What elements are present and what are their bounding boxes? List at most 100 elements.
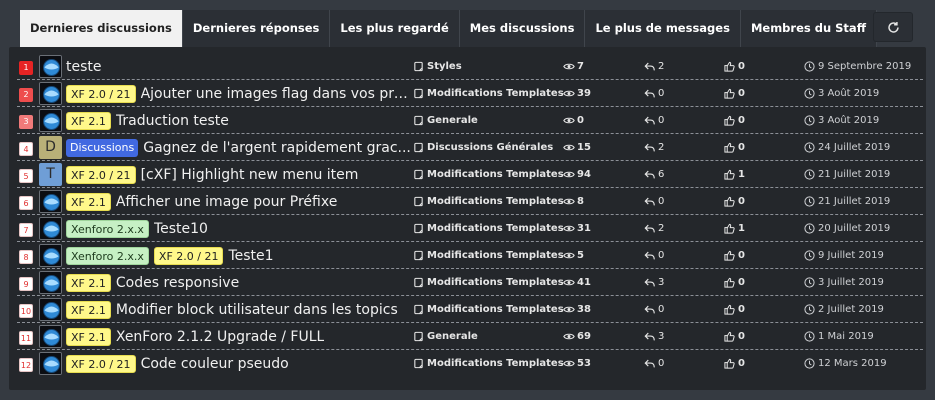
avatar[interactable]: [39, 244, 62, 267]
thread-prefix[interactable]: XF 2.1: [66, 300, 111, 319]
avatar[interactable]: [39, 325, 62, 348]
thread-title-link[interactable]: Traduction teste: [116, 113, 229, 129]
thread-prefix[interactable]: XF 2.1: [66, 273, 111, 292]
reply-icon: [644, 88, 655, 99]
reply-count-value: 3: [658, 277, 665, 288]
user-avatar-icon: [40, 245, 61, 266]
list-item[interactable]: 4 D Discussions Gagnez de l'argent rapideme…: [17, 134, 923, 161]
thumbs-up-icon: [724, 358, 735, 369]
avatar[interactable]: T: [39, 163, 62, 186]
forum-category[interactable]: Discussions Générales: [413, 134, 553, 161]
thread-title-link[interactable]: teste: [66, 59, 102, 75]
avatar[interactable]: [39, 298, 62, 321]
thread-title-link[interactable]: Ajouter une images flag dans vos pre...: [141, 86, 411, 102]
thread-title-link[interactable]: Gagnez de l'argent rapidement grac...: [143, 140, 411, 156]
view-count-value: 94: [577, 169, 591, 180]
tab-le-plus-de-messages[interactable]: Le plus de messages: [585, 10, 741, 47]
reply-icon: [644, 115, 655, 126]
avatar[interactable]: [39, 217, 62, 240]
avatar[interactable]: D: [39, 136, 62, 159]
tab-bar: Dernieres discussions Dernieres réponses L…: [20, 10, 878, 47]
tab-les-plus-regardé[interactable]: Les plus regardé: [330, 10, 460, 47]
post-date: 3 Août 2019: [804, 80, 879, 107]
thread-title-link[interactable]: Codes responsive: [116, 275, 239, 291]
like-count: 0: [724, 350, 745, 377]
eye-icon: [563, 331, 575, 342]
thread-prefix[interactable]: XF 2.0 / 21: [66, 165, 136, 184]
tab-mes-discussions[interactable]: Mes discussions: [459, 10, 586, 47]
thread-prefix[interactable]: Xenforo 2.x.x: [66, 246, 149, 265]
forum-category[interactable]: Modifications Templates: [413, 188, 564, 215]
thread-prefix[interactable]: XF 2.0 / 21: [66, 84, 136, 103]
reply-count: 0: [644, 188, 664, 215]
forum-category[interactable]: Styles: [413, 53, 462, 80]
avatar[interactable]: [39, 109, 62, 132]
thread-title-link[interactable]: [cXF] Highlight new menu item: [141, 167, 359, 183]
thread-prefix[interactable]: XF 2.1: [66, 111, 111, 130]
avatar[interactable]: [39, 352, 62, 375]
thread-title-link[interactable]: Teste10: [154, 221, 208, 237]
doc-icon: [413, 358, 424, 369]
post-date: 3 Juillet 2019: [804, 269, 884, 296]
tab-dernieres-réponses[interactable]: Dernieres réponses: [182, 10, 331, 47]
list-item[interactable]: 2 XF 2.0 / 21 Ajouter une images flag dans…: [17, 80, 923, 107]
thread-prefix[interactable]: Xenforo 2.x.x: [66, 219, 149, 238]
avatar[interactable]: [39, 190, 62, 213]
list-item[interactable]: 1 teste Styles 7 2 0 9 Septembre 2019: [17, 53, 923, 80]
forum-category[interactable]: Modifications Templates: [413, 161, 564, 188]
post-date: 3 Août 2019: [804, 107, 879, 134]
list-item[interactable]: 8 Xenforo 2.x.x XF 2.0 / 21 Teste1 Modificat…: [17, 242, 923, 269]
forum-category-value: Modifications Templates: [427, 223, 564, 234]
thread-title-link[interactable]: Modifier block utilisateur dans les topi…: [116, 302, 398, 318]
thread-title-link[interactable]: Teste1: [228, 248, 273, 264]
forum-category[interactable]: Modifications Templates: [413, 296, 564, 323]
refresh-button[interactable]: [873, 12, 913, 42]
thread-prefix[interactable]: XF 2.0 / 21: [66, 354, 136, 373]
list-item[interactable]: 5 T XF 2.0 / 21 [cXF] Highlight new menu it…: [17, 161, 923, 188]
forum-category-value: Modifications Templates: [427, 304, 564, 315]
forum-category[interactable]: Generale: [413, 323, 478, 350]
reply-count: 2: [644, 53, 664, 80]
rank-badge: 1: [19, 61, 33, 75]
list-item[interactable]: 6 XF 2.1 Afficher une image pour Préfixe Mo…: [17, 188, 923, 215]
thread-prefix[interactable]: Discussions: [66, 138, 139, 157]
thread-title-link[interactable]: Afficher une image pour Préfixe: [116, 194, 337, 210]
avatar[interactable]: [39, 271, 62, 294]
reply-count-value: 2: [658, 142, 665, 153]
thumbs-up-icon: [724, 250, 735, 261]
thread-prefix[interactable]: XF 2.1: [66, 327, 111, 346]
reply-count-value: 0: [658, 250, 665, 261]
avatar[interactable]: [39, 55, 62, 78]
thread-prefix[interactable]: XF 2.1: [66, 192, 111, 211]
thread-title-link[interactable]: XenForo 2.1.2 Upgrade / FULL: [116, 329, 324, 345]
list-item[interactable]: 12 XF 2.0 / 21 Code couleur pseudo Modifica…: [17, 350, 923, 377]
forum-category[interactable]: Modifications Templates: [413, 269, 564, 296]
tab-membres-du-staff[interactable]: Membres du Staff: [740, 10, 878, 47]
rank-badge: 9: [19, 277, 33, 291]
post-date: 9 Septembre 2019: [804, 53, 911, 80]
list-item[interactable]: 9 XF 2.1 Codes responsive Modifications Tem…: [17, 269, 923, 296]
view-count-value: 53: [577, 358, 591, 369]
list-item[interactable]: 3 XF 2.1 Traduction teste Generale 0 0 0 3 Août…: [17, 107, 923, 134]
forum-category[interactable]: Modifications Templates: [413, 80, 564, 107]
thread-prefix[interactable]: XF 2.0 / 21: [153, 246, 224, 265]
forum-category[interactable]: Generale: [413, 107, 478, 134]
user-avatar-icon: [40, 110, 61, 131]
list-item[interactable]: 7 Xenforo 2.x.x Teste10 Modifications Templ…: [17, 215, 923, 242]
forum-category[interactable]: Modifications Templates: [413, 350, 564, 377]
avatar[interactable]: [39, 82, 62, 105]
forum-category-value: Modifications Templates: [427, 169, 564, 180]
like-count-value: 0: [738, 304, 745, 315]
post-date-value: 2 Juillet 2019: [818, 304, 884, 315]
rank-badge: 12: [19, 358, 33, 372]
forum-category[interactable]: Modifications Templates: [413, 215, 564, 242]
reply-count-value: 0: [658, 196, 665, 207]
reply-count: 0: [644, 107, 664, 134]
list-item[interactable]: 10 XF 2.1 Modifier block utilisateur dans …: [17, 296, 923, 323]
reply-icon: [644, 277, 655, 288]
forum-category[interactable]: Modifications Templates: [413, 242, 564, 269]
list-item[interactable]: 11 XF 2.1 XenForo 2.1.2 Upgrade / FULL Gene…: [17, 323, 923, 350]
like-count: 0: [724, 80, 745, 107]
thread-title-link[interactable]: Code couleur pseudo: [141, 356, 289, 372]
tab-dernieres-discussions[interactable]: Dernieres discussions: [20, 10, 183, 47]
